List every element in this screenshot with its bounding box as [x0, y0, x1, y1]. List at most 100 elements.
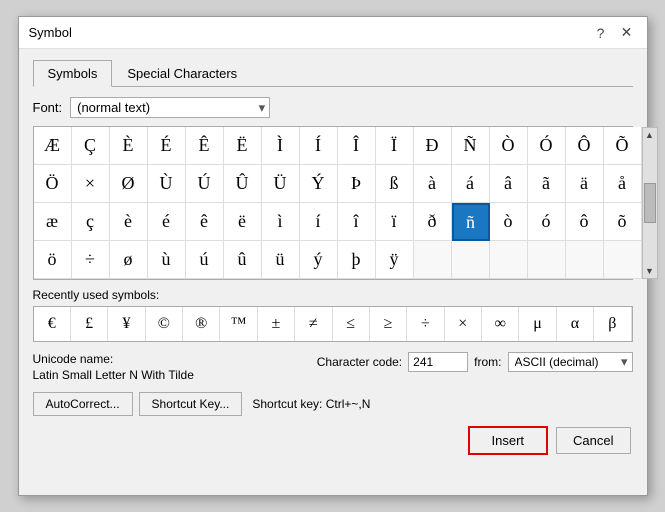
tab-special-characters[interactable]: Special Characters	[112, 60, 252, 87]
symbol-cell[interactable]: à	[414, 165, 452, 203]
autocorrect-button[interactable]: AutoCorrect...	[33, 392, 133, 416]
recent-cell[interactable]: α	[557, 307, 594, 341]
close-button[interactable]: ✕	[617, 23, 637, 43]
recent-cell[interactable]: μ	[519, 307, 556, 341]
recent-cell[interactable]: ×	[445, 307, 482, 341]
font-select[interactable]: (normal text)	[70, 97, 270, 118]
symbol-cell[interactable]: Þ	[338, 165, 376, 203]
recent-cell[interactable]: ™	[220, 307, 257, 341]
symbol-cell-empty	[414, 241, 452, 279]
scroll-thumb[interactable]	[644, 183, 656, 223]
recent-cell[interactable]: ≥	[370, 307, 407, 341]
symbol-cell[interactable]: ý	[300, 241, 338, 279]
symbol-cell[interactable]: é	[148, 203, 186, 241]
symbol-cell[interactable]: É	[148, 127, 186, 165]
symbol-cell[interactable]: å	[604, 165, 642, 203]
recent-cell[interactable]: £	[71, 307, 108, 341]
font-row: Font: (normal text)	[33, 97, 633, 118]
symbol-cell[interactable]: Ç	[72, 127, 110, 165]
symbol-cell[interactable]: ò	[490, 203, 528, 241]
symbol-cell[interactable]: Ü	[262, 165, 300, 203]
recent-cell[interactable]: ±	[258, 307, 295, 341]
symbol-cell[interactable]: ð	[414, 203, 452, 241]
cancel-button[interactable]: Cancel	[556, 427, 630, 454]
symbol-cell[interactable]: Õ	[604, 127, 642, 165]
recent-cell[interactable]: ¥	[108, 307, 145, 341]
symbol-cell[interactable]: ï	[376, 203, 414, 241]
symbol-cell[interactable]: È	[110, 127, 148, 165]
symbol-cell[interactable]: Ï	[376, 127, 414, 165]
symbol-cell[interactable]: ì	[262, 203, 300, 241]
tab-bar: Symbols Special Characters	[33, 59, 633, 87]
scroll-down-arrow[interactable]: ▼	[643, 264, 657, 278]
recent-cell[interactable]: ∞	[482, 307, 519, 341]
symbol-cell[interactable]: Ù	[148, 165, 186, 203]
symbol-cell[interactable]: Ô	[566, 127, 604, 165]
symbol-cell[interactable]: ú	[186, 241, 224, 279]
symbol-cell-selected[interactable]: ñ	[452, 203, 490, 241]
symbol-cell[interactable]: Í	[300, 127, 338, 165]
scrollbar[interactable]: ▲ ▼	[642, 127, 658, 279]
symbol-cell[interactable]: Ì	[262, 127, 300, 165]
symbol-dialog: Symbol ? ✕ Symbols Special Characters Fo…	[18, 16, 648, 496]
symbol-cell[interactable]: ö	[34, 241, 72, 279]
recent-cell[interactable]: ≠	[295, 307, 332, 341]
symbol-cell[interactable]: Ø	[110, 165, 148, 203]
symbol-cell[interactable]: Æ	[34, 127, 72, 165]
symbol-cell[interactable]: è	[110, 203, 148, 241]
symbol-cell[interactable]: Ú	[186, 165, 224, 203]
insert-button[interactable]: Insert	[468, 426, 549, 455]
symbol-cell[interactable]: ß	[376, 165, 414, 203]
symbols-grid-container: Æ Ç È É Ê Ë Ì Í Î Ï Ð Ñ Ò Ó Ô Õ	[33, 126, 633, 280]
symbol-cell[interactable]: ë	[224, 203, 262, 241]
symbol-cell[interactable]: Ó	[528, 127, 566, 165]
recent-cell[interactable]: ®	[183, 307, 220, 341]
symbol-cell-empty	[490, 241, 528, 279]
symbol-cell[interactable]: ù	[148, 241, 186, 279]
symbol-cell-empty	[604, 241, 642, 279]
symbol-cell[interactable]: ô	[566, 203, 604, 241]
symbol-cell-empty	[528, 241, 566, 279]
symbol-cell[interactable]: á	[452, 165, 490, 203]
unicode-right: Character code: from: ASCII (decimal) AS…	[317, 352, 633, 372]
symbol-cell-empty	[566, 241, 604, 279]
symbol-cell[interactable]: ä	[566, 165, 604, 203]
symbol-cell[interactable]: í	[300, 203, 338, 241]
symbol-cell[interactable]: ç	[72, 203, 110, 241]
symbol-cell[interactable]: Î	[338, 127, 376, 165]
symbol-cell[interactable]: ó	[528, 203, 566, 241]
tab-symbols[interactable]: Symbols	[33, 60, 113, 87]
recent-cell[interactable]: ÷	[407, 307, 444, 341]
recent-cell[interactable]: ≤	[333, 307, 370, 341]
symbol-cell[interactable]: õ	[604, 203, 642, 241]
shortcut-key-button[interactable]: Shortcut Key...	[139, 392, 243, 416]
symbol-cell[interactable]: þ	[338, 241, 376, 279]
symbol-cell[interactable]: ×	[72, 165, 110, 203]
symbol-cell[interactable]: ã	[528, 165, 566, 203]
symbol-cell[interactable]: Ñ	[452, 127, 490, 165]
symbol-cell[interactable]: Ý	[300, 165, 338, 203]
char-code-input[interactable]	[408, 352, 468, 372]
recent-cell[interactable]: ©	[146, 307, 183, 341]
recent-cell[interactable]: β	[594, 307, 631, 341]
help-button[interactable]: ?	[591, 23, 611, 43]
symbol-cell[interactable]: û	[224, 241, 262, 279]
symbol-cell[interactable]: ø	[110, 241, 148, 279]
symbol-cell[interactable]: Û	[224, 165, 262, 203]
scroll-up-arrow[interactable]: ▲	[643, 128, 657, 142]
symbol-cell[interactable]: æ	[34, 203, 72, 241]
symbols-grid: Æ Ç È É Ê Ë Ì Í Î Ï Ð Ñ Ò Ó Ô Õ	[34, 127, 642, 279]
symbol-cell[interactable]: ÷	[72, 241, 110, 279]
symbol-cell[interactable]: â	[490, 165, 528, 203]
from-select[interactable]: ASCII (decimal) ASCII (hex) Unicode (hex…	[508, 352, 633, 372]
symbol-cell[interactable]: ü	[262, 241, 300, 279]
symbol-cell[interactable]: Ð	[414, 127, 452, 165]
symbol-cell[interactable]: Ë	[224, 127, 262, 165]
symbol-cell[interactable]: ÿ	[376, 241, 414, 279]
symbol-cell[interactable]: î	[338, 203, 376, 241]
symbol-cell[interactable]: Ò	[490, 127, 528, 165]
symbol-cell[interactable]: ê	[186, 203, 224, 241]
symbol-cell[interactable]: Ê	[186, 127, 224, 165]
recent-cell[interactable]: €	[34, 307, 71, 341]
symbol-cell[interactable]: Ö	[34, 165, 72, 203]
